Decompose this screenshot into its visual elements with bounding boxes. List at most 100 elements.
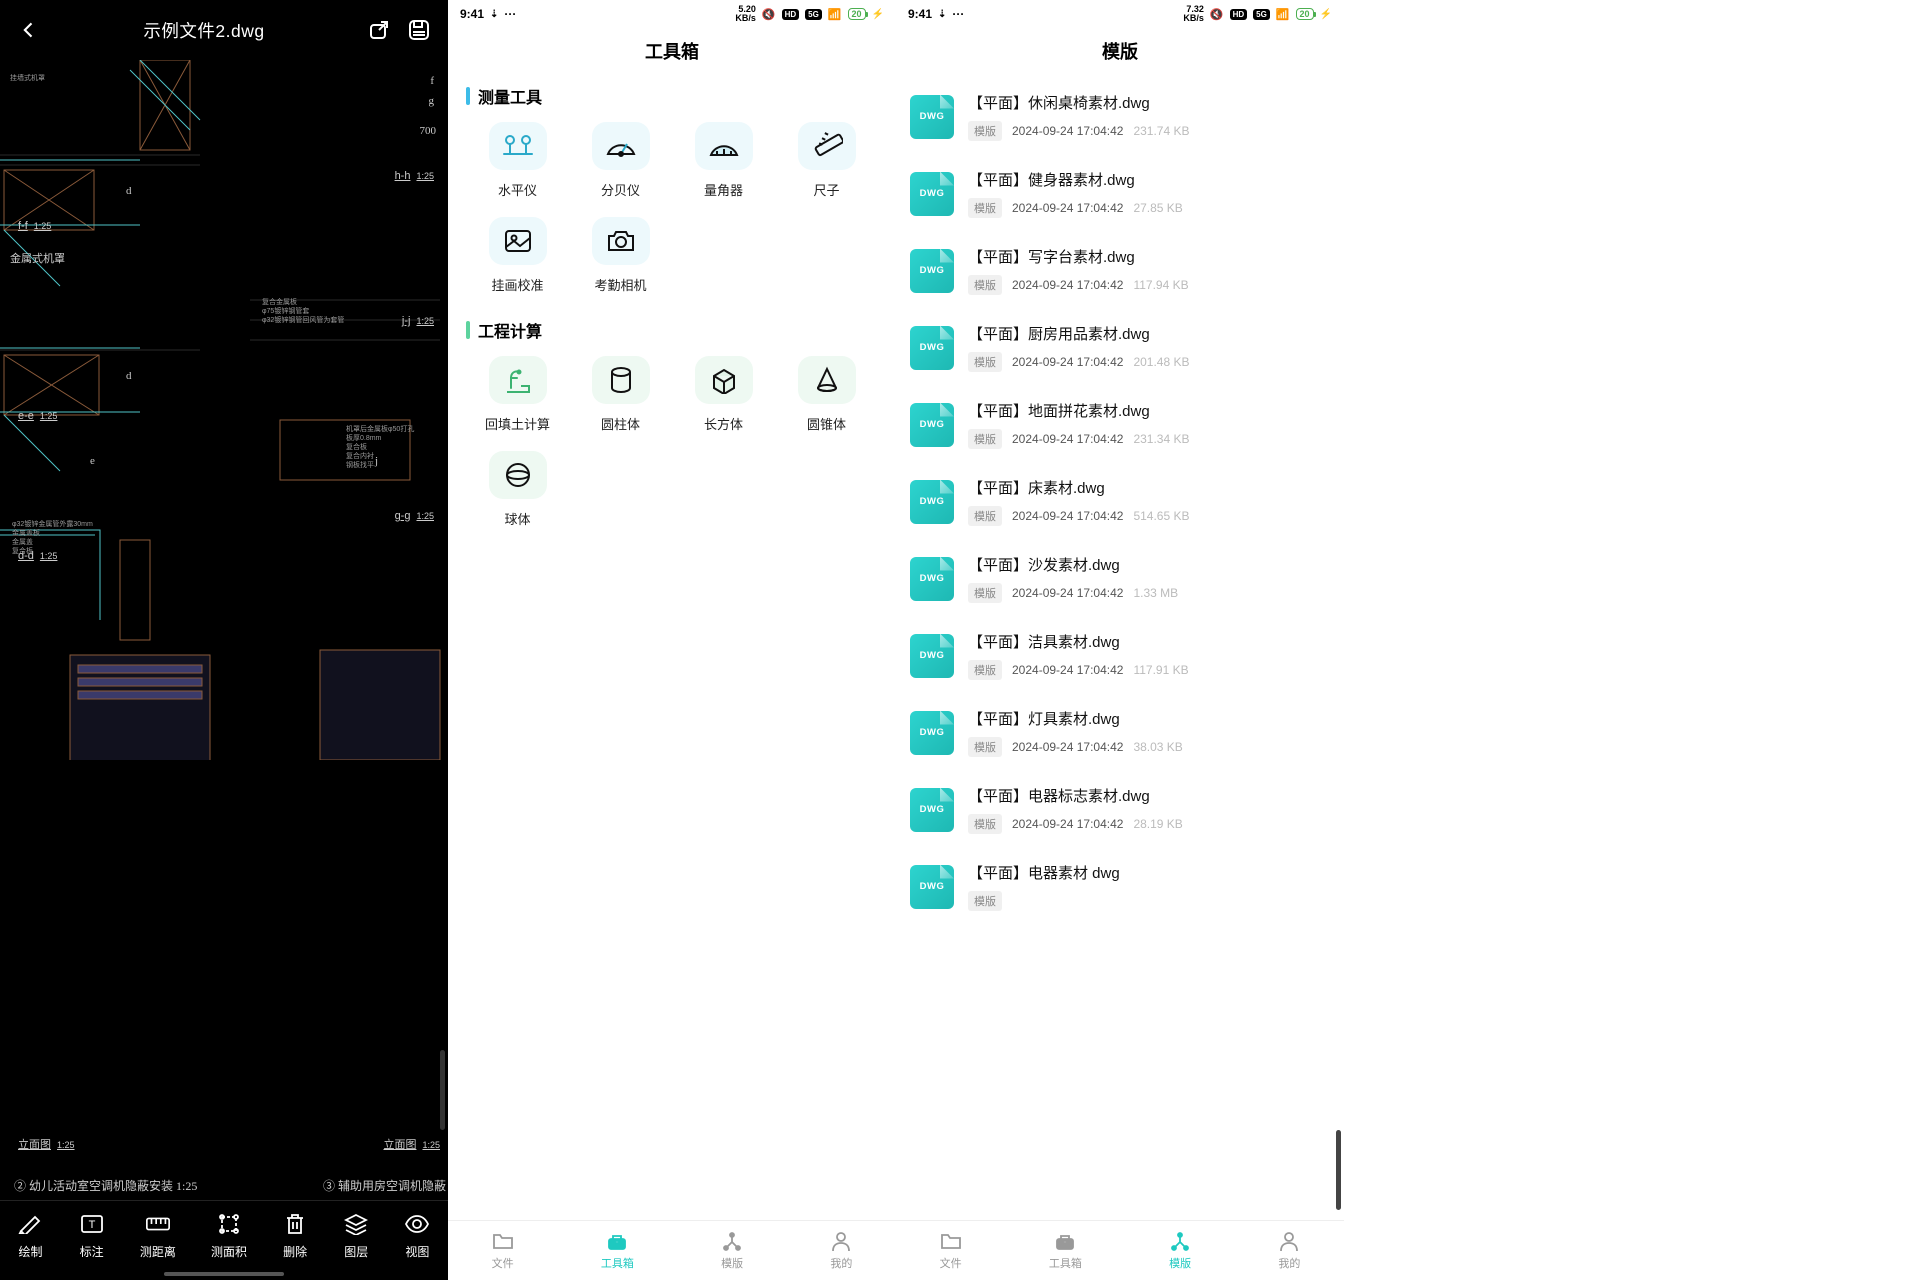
nav-label: 工具箱 bbox=[1049, 1255, 1082, 1271]
template-tag: 模版 bbox=[968, 737, 1002, 757]
scroll-indicator[interactable] bbox=[440, 1050, 445, 1130]
file-size: 38.03 KB bbox=[1133, 740, 1182, 754]
file-size: 231.74 KB bbox=[1133, 124, 1189, 138]
nav-label: 文件 bbox=[940, 1255, 962, 1271]
tool-label: 尺子 bbox=[813, 180, 839, 199]
mute-icon: 🔇 bbox=[762, 8, 776, 21]
template-row[interactable]: DWG 【平面】沙发素材.dwg 模版 2024-09-24 17:04:42 … bbox=[910, 540, 1330, 617]
tool-view[interactable]: 视图 bbox=[404, 1211, 430, 1260]
dwg-file-icon: DWG bbox=[910, 557, 954, 601]
template-row[interactable]: DWG 【平面】电器标志素材.dwg 模版 2024-09-24 17:04:4… bbox=[910, 771, 1330, 848]
caption-2: ② 幼儿活动室空调机隐蔽安装 1:25 bbox=[14, 1177, 197, 1194]
tool-cone[interactable]: 圆锥体 bbox=[775, 356, 878, 433]
home-indicator bbox=[164, 1272, 284, 1276]
svg-text:T: T bbox=[88, 1219, 95, 1231]
files-icon bbox=[492, 1230, 514, 1252]
file-name: 【平面】写字台素材.dwg bbox=[968, 246, 1330, 267]
tool-draw[interactable]: 绘制 bbox=[18, 1211, 44, 1260]
tool-delete[interactable]: 删除 bbox=[282, 1211, 308, 1260]
share-icon[interactable] bbox=[364, 15, 394, 45]
tool-annotate[interactable]: T标注 bbox=[79, 1211, 105, 1260]
tool-label: 测距离 bbox=[140, 1243, 176, 1260]
tool-label: 圆锥体 bbox=[807, 414, 846, 433]
tool-label: 回填土计算 bbox=[485, 414, 550, 433]
template-list[interactable]: DWG 【平面】休闲桌椅素材.dwg 模版 2024-09-24 17:04:4… bbox=[896, 78, 1344, 1220]
nav-mine[interactable]: 我的 bbox=[830, 1230, 852, 1271]
file-size: 231.34 KB bbox=[1133, 432, 1189, 446]
tool-cuboid[interactable]: 长方体 bbox=[672, 356, 775, 433]
scroll-indicator[interactable] bbox=[1336, 1130, 1341, 1210]
draw-icon bbox=[18, 1211, 44, 1237]
mine-icon bbox=[830, 1230, 852, 1252]
template-row[interactable]: DWG 【平面】健身器素材.dwg 模版 2024-09-24 17:04:42… bbox=[910, 155, 1330, 232]
tool-label: 绘制 bbox=[19, 1243, 43, 1260]
dwg-file-icon: DWG bbox=[910, 172, 954, 216]
file-date: 2024-09-24 17:04:42 bbox=[1012, 817, 1123, 831]
dwg-file-icon: DWG bbox=[910, 480, 954, 524]
measure-area-icon bbox=[216, 1211, 242, 1237]
file-size: 117.91 KB bbox=[1133, 663, 1188, 677]
nav-toolbox[interactable]: 工具箱 bbox=[601, 1230, 634, 1271]
tool-label: 挂画校准 bbox=[491, 275, 543, 294]
tool-sphere[interactable]: 球体 bbox=[466, 451, 569, 528]
template-row[interactable]: DWG 【平面】休闲桌椅素材.dwg 模版 2024-09-24 17:04:4… bbox=[910, 78, 1330, 155]
dwg-file-icon: DWG bbox=[910, 865, 954, 909]
template-tag: 模版 bbox=[968, 121, 1002, 141]
file-date: 2024-09-24 17:04:42 bbox=[1012, 124, 1123, 138]
nav-templates[interactable]: 模版 bbox=[1169, 1230, 1191, 1271]
status-bar: 9:41⇣··· 7.32KB/s 🔇 HD 5G 📶 20 ⚡ bbox=[896, 0, 1344, 28]
tool-layers[interactable]: 图层 bbox=[343, 1211, 369, 1260]
template-row[interactable]: DWG 【平面】灯具素材.dwg 模版 2024-09-24 17:04:42 … bbox=[910, 694, 1330, 771]
file-name: 【平面】灯具素材.dwg bbox=[968, 708, 1330, 729]
tool-attendance-camera[interactable]: 考勤相机 bbox=[569, 217, 672, 294]
cone-icon bbox=[798, 356, 856, 404]
tool-label: 水平仪 bbox=[498, 180, 537, 199]
template-row[interactable]: DWG 【平面】地面拼花素材.dwg 模版 2024-09-24 17:04:4… bbox=[910, 386, 1330, 463]
nav-mine[interactable]: 我的 bbox=[1278, 1230, 1300, 1271]
nav-label: 我的 bbox=[830, 1255, 852, 1271]
tool-level[interactable]: 水平仪 bbox=[466, 122, 569, 199]
nav-label: 我的 bbox=[1278, 1255, 1300, 1271]
tool-label: 删除 bbox=[283, 1243, 307, 1260]
tool-cylinder[interactable]: 圆柱体 bbox=[569, 356, 672, 433]
tool-picture-align[interactable]: 挂画校准 bbox=[466, 217, 569, 294]
template-row[interactable]: DWG 【平面】床素材.dwg 模版 2024-09-24 17:04:42 5… bbox=[910, 463, 1330, 540]
annotate-icon: T bbox=[79, 1211, 105, 1237]
signal-icon: 📶 bbox=[828, 8, 842, 21]
nav-files[interactable]: 文件 bbox=[940, 1230, 962, 1271]
nav-toolbox[interactable]: 工具箱 bbox=[1049, 1230, 1082, 1271]
attendance-camera-icon bbox=[592, 217, 650, 265]
status-bar: 9:41⇣··· 5.20KB/s 🔇 HD 5G 📶 20 ⚡ bbox=[448, 0, 896, 28]
measure-dist-icon bbox=[145, 1211, 171, 1237]
mine-icon bbox=[1278, 1230, 1300, 1252]
nav-templates[interactable]: 模版 bbox=[721, 1230, 743, 1271]
page-title: 工具箱 bbox=[448, 28, 896, 80]
template-row[interactable]: DWG 【平面】电器素材 dwg 模版 bbox=[910, 848, 1330, 925]
nav-files[interactable]: 文件 bbox=[492, 1230, 514, 1271]
template-tag: 模版 bbox=[968, 814, 1002, 834]
save-icon[interactable] bbox=[404, 15, 434, 45]
file-name: 【平面】厨房用品素材.dwg bbox=[968, 323, 1330, 344]
tool-backfill[interactable]: 回填土计算 bbox=[466, 356, 569, 433]
tool-measure-dist[interactable]: 测距离 bbox=[140, 1211, 176, 1260]
caption-3: ③ 辅助用房空调机隐蔽 bbox=[323, 1177, 446, 1194]
tool-decibel[interactable]: 分贝仪 bbox=[569, 122, 672, 199]
tool-protractor[interactable]: 量角器 bbox=[672, 122, 775, 199]
ruler-icon bbox=[798, 122, 856, 170]
tool-label: 分贝仪 bbox=[601, 180, 640, 199]
template-row[interactable]: DWG 【平面】厨房用品素材.dwg 模版 2024-09-24 17:04:4… bbox=[910, 309, 1330, 386]
file-size: 27.85 KB bbox=[1133, 201, 1182, 215]
template-row[interactable]: DWG 【平面】洁具素材.dwg 模版 2024-09-24 17:04:42 … bbox=[910, 617, 1330, 694]
delete-icon bbox=[282, 1211, 308, 1237]
files-icon bbox=[940, 1230, 962, 1252]
nav-label: 模版 bbox=[1169, 1255, 1191, 1271]
tool-ruler[interactable]: 尺子 bbox=[775, 122, 878, 199]
dwg-file-icon: DWG bbox=[910, 788, 954, 832]
tool-label: 考勤相机 bbox=[594, 275, 646, 294]
template-tag: 模版 bbox=[968, 275, 1002, 295]
back-button[interactable] bbox=[14, 15, 44, 45]
tool-measure-area[interactable]: 测面积 bbox=[211, 1211, 247, 1260]
cad-canvas[interactable]: 挂墙式机罩 复合金属板φ75镀锌钢管套φ32镀锌钢管回风管为套管 机罩后金属板φ… bbox=[0, 60, 448, 1200]
template-row[interactable]: DWG 【平面】写字台素材.dwg 模版 2024-09-24 17:04:42… bbox=[910, 232, 1330, 309]
cylinder-icon bbox=[592, 356, 650, 404]
